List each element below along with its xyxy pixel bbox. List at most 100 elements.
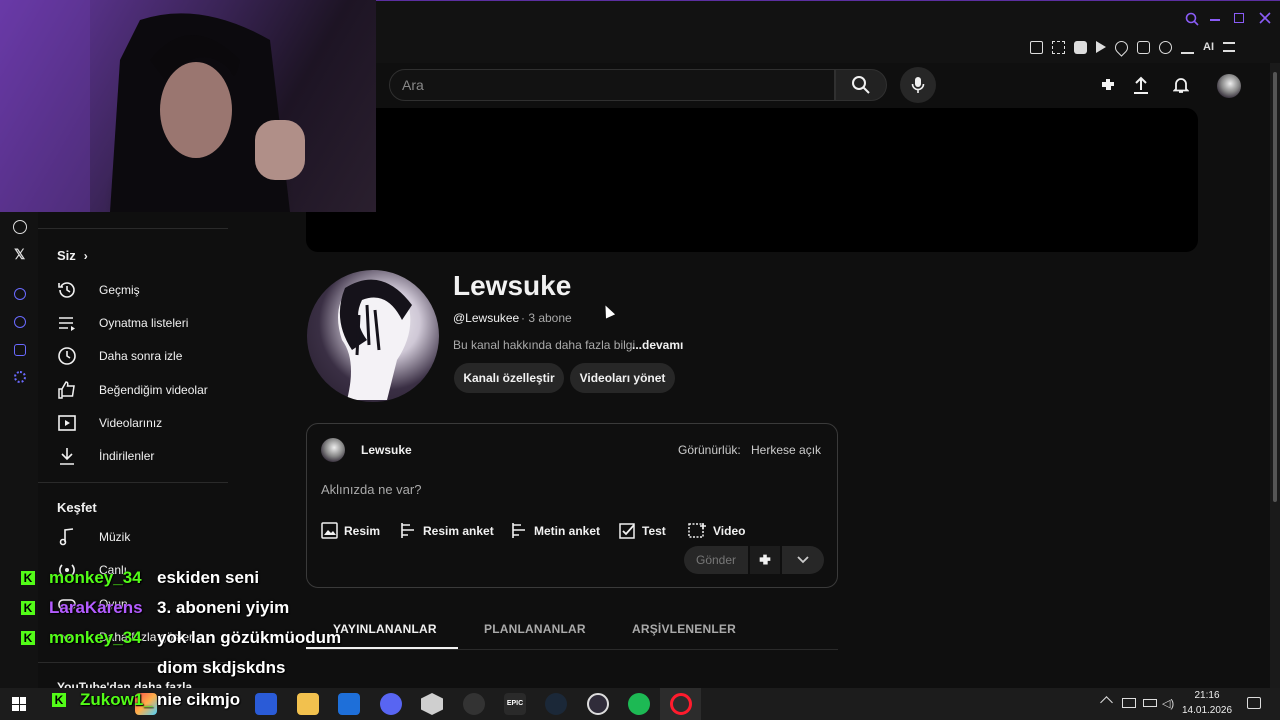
download-icon[interactable]	[1181, 41, 1194, 54]
spotify-icon[interactable]	[628, 693, 650, 715]
account-avatar[interactable]	[1217, 74, 1241, 98]
customize-channel-button[interactable]: Kanalı özelleştir	[454, 363, 564, 393]
sidebar-item-label: Daha sonra izle	[99, 349, 183, 363]
chat-message: yok lan gözükmüodum	[157, 628, 342, 647]
network-icon[interactable]	[1122, 698, 1136, 708]
chat-username: monkey_34	[49, 568, 142, 587]
send-button[interactable]: Gönder	[684, 546, 748, 574]
subscriber-count: · 3 abone	[521, 311, 572, 325]
battery-icon[interactable]	[1143, 699, 1157, 707]
search-input[interactable]: Ara	[389, 69, 835, 101]
search-button[interactable]	[835, 69, 887, 101]
sidebar-item-label: Videolarınız	[99, 416, 163, 430]
explore-heading: Keşfet	[57, 500, 97, 515]
sidebar-item-playlists[interactable]: Oynatma listeleri	[57, 311, 227, 335]
kick-icon: K	[21, 631, 35, 645]
close-icon[interactable]	[1258, 11, 1272, 25]
unity-icon[interactable]	[421, 693, 443, 715]
snapshot-icon[interactable]	[1052, 40, 1065, 54]
chevron-up-icon[interactable]	[1100, 696, 1113, 709]
puzzle-icon	[1102, 79, 1114, 90]
sidebar-item-downloads[interactable]: İndirilenler	[57, 444, 227, 468]
sidebar-item-music[interactable]: Müzik	[57, 525, 227, 549]
webcam-overlay	[0, 0, 376, 212]
video-tool[interactable]: Video	[688, 522, 745, 539]
sidebar-item-history[interactable]: Geçmiş	[57, 278, 227, 302]
pin-icon[interactable]	[1030, 40, 1043, 54]
channel-name: Lewsuke	[453, 270, 572, 301]
puzzle-icon	[759, 554, 771, 565]
text-poll-icon	[512, 523, 525, 538]
ai-label[interactable]: AI	[1203, 41, 1214, 53]
history-icon[interactable]	[14, 316, 26, 328]
sidebar-item-liked[interactable]: Beğendiğim videolar	[57, 378, 227, 402]
channel-avatar[interactable]	[307, 270, 439, 402]
volume-icon[interactable]: ◁)	[1162, 697, 1174, 710]
chat-message: nie cikmjo	[157, 690, 241, 709]
epic-games-icon[interactable]: EPIC	[504, 693, 526, 715]
x-icon[interactable]: 𝕏	[14, 246, 25, 263]
visibility-label: Görünürlük:	[678, 443, 741, 457]
post-text-input[interactable]: Aklınızda ne var?	[321, 482, 421, 497]
voice-search-button[interactable]	[900, 67, 936, 103]
visibility-select[interactable]: Herkese açık	[751, 443, 821, 457]
tab-scheduled[interactable]: PLANLANANLAR	[484, 622, 586, 636]
image-poll-label: Resim anket	[423, 523, 494, 538]
mail-icon[interactable]	[338, 693, 360, 715]
image-tool[interactable]: Resim	[321, 522, 380, 539]
tabs-divider	[306, 649, 838, 650]
you-section-link[interactable]: Siz ›	[57, 248, 88, 263]
menu-icon[interactable]	[1223, 42, 1235, 52]
steam-icon[interactable]	[545, 693, 567, 715]
sidebar-item-watch-later[interactable]: Daha sonra izle	[57, 344, 227, 368]
browser-toolbar: AI	[376, 0, 1280, 63]
notifications-button[interactable]	[1171, 75, 1191, 95]
chatgpt-icon[interactable]	[13, 220, 27, 234]
more-link[interactable]: ...devamı	[632, 338, 683, 352]
notification-center-icon[interactable]	[1247, 697, 1261, 709]
extensions-icon[interactable]	[14, 344, 26, 356]
sidebar-item-your-videos[interactable]: Videolarınız	[57, 411, 227, 435]
profile-icon[interactable]	[1159, 40, 1172, 54]
search-icon[interactable]	[1184, 11, 1200, 27]
channel-description[interactable]: Bu kanal hakkında daha fazla bilgi	[453, 338, 635, 352]
heart-icon[interactable]	[1112, 37, 1131, 57]
opera-icon[interactable]	[670, 693, 692, 715]
tab-archived[interactable]: ARŞİVLENENLER	[632, 622, 736, 636]
clock-icon	[58, 347, 76, 365]
player-icon[interactable]	[14, 288, 26, 300]
quiz-tool[interactable]: Test	[619, 522, 666, 539]
explorer-icon[interactable]	[297, 693, 319, 715]
attachment-button[interactable]	[750, 546, 780, 574]
taskbar-time[interactable]: 21:16	[1182, 690, 1232, 701]
create-button[interactable]	[1098, 75, 1118, 95]
discord-icon[interactable]	[380, 693, 402, 715]
mouse-cursor	[600, 303, 616, 319]
page-scrollbar[interactable]	[1270, 62, 1280, 688]
minimize-icon[interactable]	[1210, 19, 1220, 21]
play-icon[interactable]	[1096, 41, 1106, 53]
settings-icon[interactable]	[14, 371, 26, 383]
pocket-icon[interactable]	[1074, 40, 1087, 54]
webcam-feed	[0, 0, 305, 212]
github-icon[interactable]	[463, 693, 485, 715]
scroll-thumb[interactable]	[1273, 72, 1277, 502]
upload-button[interactable]	[1131, 75, 1151, 95]
store-icon[interactable]	[255, 693, 277, 715]
avatar-artwork	[338, 279, 412, 400]
taskbar-date[interactable]: 14.01.2026	[1182, 705, 1232, 716]
windows-icon[interactable]	[12, 697, 26, 711]
image-poll-tool[interactable]: Resim anket	[400, 522, 494, 539]
tab-published[interactable]: YAYINLANANLAR	[333, 622, 437, 636]
kick-icon: K	[21, 601, 35, 615]
obs-icon[interactable]	[587, 693, 609, 715]
sidebar-item-label: Oynatma listeleri	[99, 316, 189, 330]
text-poll-tool[interactable]: Metin anket	[511, 522, 600, 539]
extensions-row: AI	[1030, 37, 1270, 57]
search-icon	[852, 76, 870, 94]
sidebar-item-label: Geçmiş	[99, 283, 140, 297]
puzzle-icon[interactable]	[1137, 40, 1150, 54]
schedule-dropdown[interactable]	[782, 546, 824, 574]
manage-videos-button[interactable]: Videoları yönet	[570, 363, 675, 393]
restore-icon[interactable]	[1234, 13, 1244, 23]
